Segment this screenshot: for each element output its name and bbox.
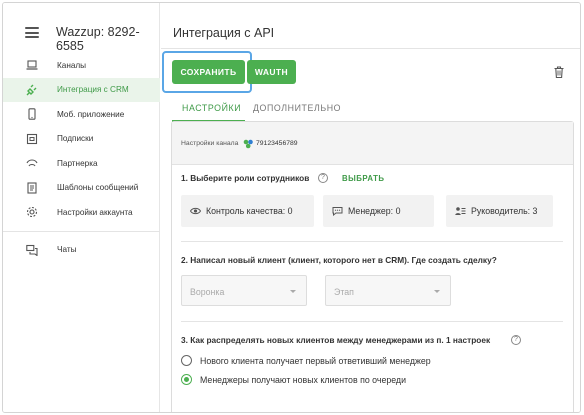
sidebar-item-label: Каналы xyxy=(57,60,87,70)
channel-header: Настройки канала 79123456789 xyxy=(172,122,573,165)
section-distribution-title: 3. Как распределять новых клиентов между… xyxy=(181,335,491,345)
sidebar-item-mobile-app[interactable]: Моб. приложение xyxy=(3,102,160,127)
wallet-icon xyxy=(26,133,38,144)
sidebar-item-label: Настройки аккаунта xyxy=(57,207,133,217)
sidebar-item-label: Чаты xyxy=(57,245,77,255)
page-title: Интеграция с API xyxy=(173,26,275,40)
sidebar-item-crm-integration[interactable]: Интеграция с CRM xyxy=(3,77,160,102)
eye-icon xyxy=(190,207,201,215)
role-label: Менеджер: 0 xyxy=(348,206,401,216)
section-divider xyxy=(181,241,563,242)
sidebar-item-label: Партнерка xyxy=(57,158,98,168)
radio-label: Нового клиента получает первый ответивши… xyxy=(200,355,431,366)
funnel-select-placeholder: Воронка xyxy=(190,287,225,297)
role-quality-control[interactable]: Контроль качества: 0 xyxy=(181,195,314,227)
chat-icon xyxy=(332,207,343,216)
plug-icon xyxy=(26,84,37,95)
channel-settings-label: Настройки канала xyxy=(181,140,239,147)
trash-icon[interactable] xyxy=(554,66,564,78)
tab-settings[interactable]: НАСТРОЙКИ xyxy=(182,103,241,113)
tabs: НАСТРОЙКИ ДОПОЛНИТЕЛЬНО xyxy=(172,96,572,122)
chat-bubbles-icon xyxy=(26,244,38,256)
main-content: Интеграция с API СОХРАНИТЬ WAUTH НАСТРОЙ… xyxy=(161,3,580,412)
sidebar-item-label: Интеграция с CRM xyxy=(57,85,129,95)
role-label: Руководитель: 3 xyxy=(471,206,538,216)
save-button[interactable]: СОХРАНИТЬ xyxy=(172,60,245,84)
menu-icon[interactable] xyxy=(25,27,39,38)
sidebar-item-subscriptions[interactable]: Подписки xyxy=(3,127,160,152)
stage-select-placeholder: Этап xyxy=(334,287,354,297)
radio-round-robin[interactable]: Менеджеры получают новых клиентов по оче… xyxy=(181,374,406,385)
select-roles-button[interactable]: ВЫБРАТЬ xyxy=(342,174,385,183)
team-icon xyxy=(455,207,466,215)
laptop-icon xyxy=(26,60,38,70)
app-window: Wazzup: 8292-6585 Каналы Интеграция с CR… xyxy=(2,2,581,413)
chevron-down-icon xyxy=(290,290,296,293)
tab-additional[interactable]: ДОПОЛНИТЕЛЬНО xyxy=(253,103,341,113)
document-icon xyxy=(27,181,37,194)
chevron-down-icon xyxy=(434,290,440,293)
gear-icon xyxy=(26,206,38,218)
radio-button-selected[interactable] xyxy=(181,374,192,385)
section-roles-title: 1. Выберите роли сотрудников xyxy=(181,173,310,183)
settings-panel: Настройки канала 79123456789 1. Выберите… xyxy=(171,121,574,412)
phone-icon xyxy=(28,108,36,120)
section-divider xyxy=(181,321,563,322)
help-icon[interactable]: ? xyxy=(318,173,328,183)
role-label: Контроль качества: 0 xyxy=(206,206,293,216)
radio-button[interactable] xyxy=(181,355,192,366)
sidebar-item-partners[interactable]: Партнерка xyxy=(3,151,160,176)
sidebar: Wazzup: 8292-6585 Каналы Интеграция с CR… xyxy=(3,3,160,412)
wauth-button[interactable]: WAUTH xyxy=(247,60,296,84)
sidebar-divider xyxy=(3,230,160,232)
sidebar-item-label: Подписки xyxy=(57,134,94,144)
handshake-icon xyxy=(26,159,38,167)
channel-phone: 79123456789 xyxy=(256,140,298,147)
account-title: Wazzup: 8292-6585 xyxy=(56,25,140,53)
role-supervisor[interactable]: Руководитель: 3 xyxy=(446,195,553,227)
funnel-select[interactable]: Воронка xyxy=(181,275,307,306)
radio-first-responder[interactable]: Нового клиента получает первый ответивши… xyxy=(181,355,431,366)
sidebar-item-account-settings[interactable]: Настройки аккаунта xyxy=(3,200,160,225)
stage-select[interactable]: Этап xyxy=(325,275,451,306)
header-divider xyxy=(161,48,580,49)
sidebar-nav: Каналы Интеграция с CRM Моб. приложение … xyxy=(3,53,160,262)
help-icon[interactable]: ? xyxy=(511,335,521,345)
channel-logo-icon xyxy=(243,139,253,149)
radio-label: Менеджеры получают новых клиентов по оче… xyxy=(200,374,406,385)
sidebar-item-chats[interactable]: Чаты xyxy=(3,238,160,263)
sidebar-item-channels[interactable]: Каналы xyxy=(3,53,160,78)
section-new-client-title: 2. Написал новый клиент (клиент, которог… xyxy=(181,255,497,265)
sidebar-item-label: Шаблоны сообщений xyxy=(57,183,139,193)
sidebar-item-label: Моб. приложение xyxy=(57,109,125,119)
role-manager[interactable]: Менеджер: 0 xyxy=(323,195,434,227)
sidebar-item-templates[interactable]: Шаблоны сообщений xyxy=(3,176,160,201)
